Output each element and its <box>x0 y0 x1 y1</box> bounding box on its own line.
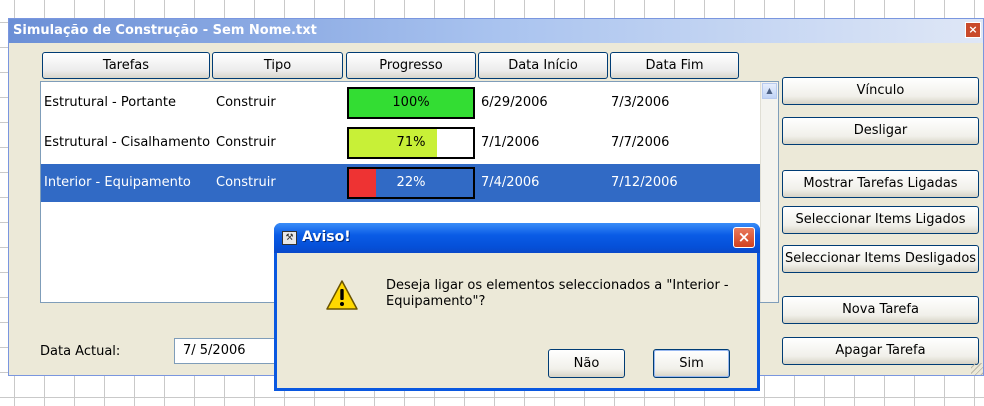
task-name: Estrutural - Portante <box>44 95 176 110</box>
task-end-date: 7/3/2006 <box>611 95 670 110</box>
task-type: Construir <box>216 135 276 150</box>
task-row[interactable]: Estrutural - Cisalhamento Construir 71% … <box>41 124 761 162</box>
task-end-date: 7/7/2006 <box>611 135 670 150</box>
task-name: Estrutural - Cisalhamento <box>44 135 211 150</box>
window-close-button[interactable]: × <box>965 22 981 38</box>
task-start-date: 6/29/2006 <box>481 95 548 110</box>
task-start-date: 7/1/2006 <box>481 135 540 150</box>
task-type: Construir <box>216 175 276 190</box>
warning-icon <box>326 280 358 310</box>
scroll-up-arrow-icon[interactable]: ▲ <box>762 83 777 99</box>
progress-label: 71% <box>396 135 426 150</box>
current-date-label: Data Actual: <box>40 344 121 359</box>
dialog-title-bar[interactable]: ⚒ Aviso! × <box>274 223 760 253</box>
task-type: Construir <box>216 95 276 110</box>
progress-bar: 71% <box>347 127 475 159</box>
select-unlinked-items-button[interactable]: Seleccionar Items Desligados <box>782 245 979 273</box>
select-linked-items-button[interactable]: Seleccionar Items Ligados <box>782 206 979 234</box>
column-header-tipo[interactable]: Tipo <box>212 52 343 79</box>
window-title: Simulação de Construção - Sem Nome.txt <box>13 23 317 38</box>
show-linked-tasks-button[interactable]: Mostrar Tarefas Ligadas <box>782 170 979 198</box>
progress-bar: 22% <box>347 167 475 199</box>
vertical-scrollbar[interactable]: ▲ <box>760 82 778 302</box>
title-bar: Simulação de Construção - Sem Nome.txt × <box>9 19 983 43</box>
progress-label: 100% <box>392 95 430 110</box>
progress-label: 22% <box>396 175 426 190</box>
progress-bar: 100% <box>347 87 475 119</box>
new-task-button[interactable]: Nova Tarefa <box>782 296 979 324</box>
task-row[interactable]: Estrutural - Portante Construir 100% 6/2… <box>41 84 761 122</box>
dialog-close-button[interactable]: × <box>733 227 755 248</box>
column-header-tarefas[interactable]: Tarefas <box>42 52 210 79</box>
column-header-data-inicio[interactable]: Data Início <box>478 52 608 79</box>
task-name: Interior - Equipamento <box>44 175 191 190</box>
app-icon: ⚒ <box>282 231 297 245</box>
column-header-progresso[interactable]: Progresso <box>346 52 476 79</box>
dialog-message: Deseja ligar os elementos seleccionados … <box>386 278 729 309</box>
task-end-date: 7/12/2006 <box>611 175 678 190</box>
yes-button[interactable]: Sim <box>653 349 730 378</box>
resize-grip-icon[interactable] <box>971 363 983 375</box>
dialog-title: Aviso! <box>302 229 351 245</box>
desligar-button[interactable]: Desligar <box>782 117 979 145</box>
task-start-date: 7/4/2006 <box>481 175 540 190</box>
vinculo-button[interactable]: Vínculo <box>782 77 979 105</box>
column-header-data-fim[interactable]: Data Fim <box>610 52 739 79</box>
no-button[interactable]: Não <box>548 349 625 378</box>
warning-dialog: ⚒ Aviso! × Deseja ligar os elementos sel… <box>274 223 760 391</box>
task-row[interactable]: Interior - Equipamento Construir 22% 7/4… <box>41 164 761 202</box>
delete-task-button[interactable]: Apagar Tarefa <box>782 337 979 365</box>
